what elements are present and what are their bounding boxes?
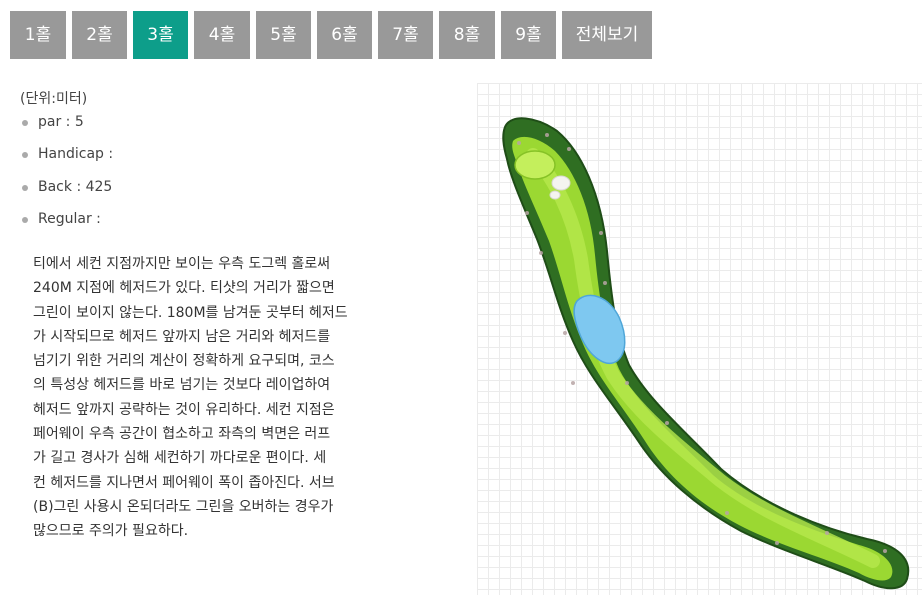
description-line: 그린이 보이지 않는다. 180M를 남겨둔 곳부터 헤저드: [33, 304, 348, 321]
description-line: 헤저드 앞까지 공략하는 것이 유리하다. 세컨 지점은: [33, 401, 335, 418]
description-line: 넘기기 위한 거리의 계산이 정확하게 요구되며, 코스: [33, 353, 335, 370]
tab-hole-1[interactable]: 1홀: [10, 11, 66, 59]
description-line: 의 특성상 헤저드를 바로 넘기는 것보다 레이업하여: [33, 377, 331, 394]
bullet-icon: [22, 217, 28, 223]
bunker: [549, 190, 561, 200]
tab-hole-7[interactable]: 7홀: [378, 11, 433, 59]
tab-hole-8[interactable]: 8홀: [439, 11, 495, 59]
tab-hole-9[interactable]: 9홀: [501, 11, 556, 59]
description-line: 페어웨이 우측 공간이 협소하고 좌측의 벽면은 러프: [33, 426, 331, 443]
tab-hole-3[interactable]: 3홀: [133, 11, 188, 59]
tab-hole-4[interactable]: 4홀: [194, 11, 250, 59]
hole-layout-map-icon: [502, 117, 910, 590]
hole-map: [477, 83, 922, 595]
tab-hole-6[interactable]: 6홀: [317, 11, 372, 59]
bullet-icon: [22, 120, 28, 126]
tab-hole-2[interactable]: 2홀: [72, 11, 127, 59]
hole-description: 티에서 세컨 지점까지만 보이는 우측 도그렉 홀로써 240M 지점에 헤저드…: [33, 252, 445, 544]
handicap-text: Handicap :: [38, 146, 114, 162]
description-line: 컨 헤저드를 지나면서 페어웨이 폭이 좁아진다. 서브: [33, 474, 335, 491]
green: [514, 150, 556, 180]
unit-note: (단위:미터): [20, 91, 88, 107]
tab-hole-5[interactable]: 5홀: [256, 11, 311, 59]
description-line: 티에서 세컨 지점까지만 보이는 우측 도그렉 홀로써: [33, 256, 331, 272]
regular-text: Regular :: [38, 211, 101, 227]
description-line: 많으므로 주의가 필요하다.: [33, 523, 189, 540]
tab-view-all[interactable]: 전체보기: [562, 11, 652, 59]
bullet-icon: [22, 152, 28, 158]
description-line: (B)그린 사용시 온되더라도 그린을 오버하는 경우가: [33, 498, 334, 515]
back-text: Back : 425: [38, 179, 113, 195]
description-line: 가 길고 경사가 심해 세컨하기 까다로운 편이다. 세: [33, 450, 327, 467]
par-text: par : 5: [38, 114, 84, 130]
description-line: 240M 지점에 헤저드가 있다. 티샷의 거리가 짧으면: [33, 280, 335, 297]
description-line: 가 시작되므로 헤저드 앞까지 남은 거리와 헤저드를: [33, 328, 331, 345]
bullet-icon: [22, 185, 28, 191]
bunker: [551, 175, 571, 191]
